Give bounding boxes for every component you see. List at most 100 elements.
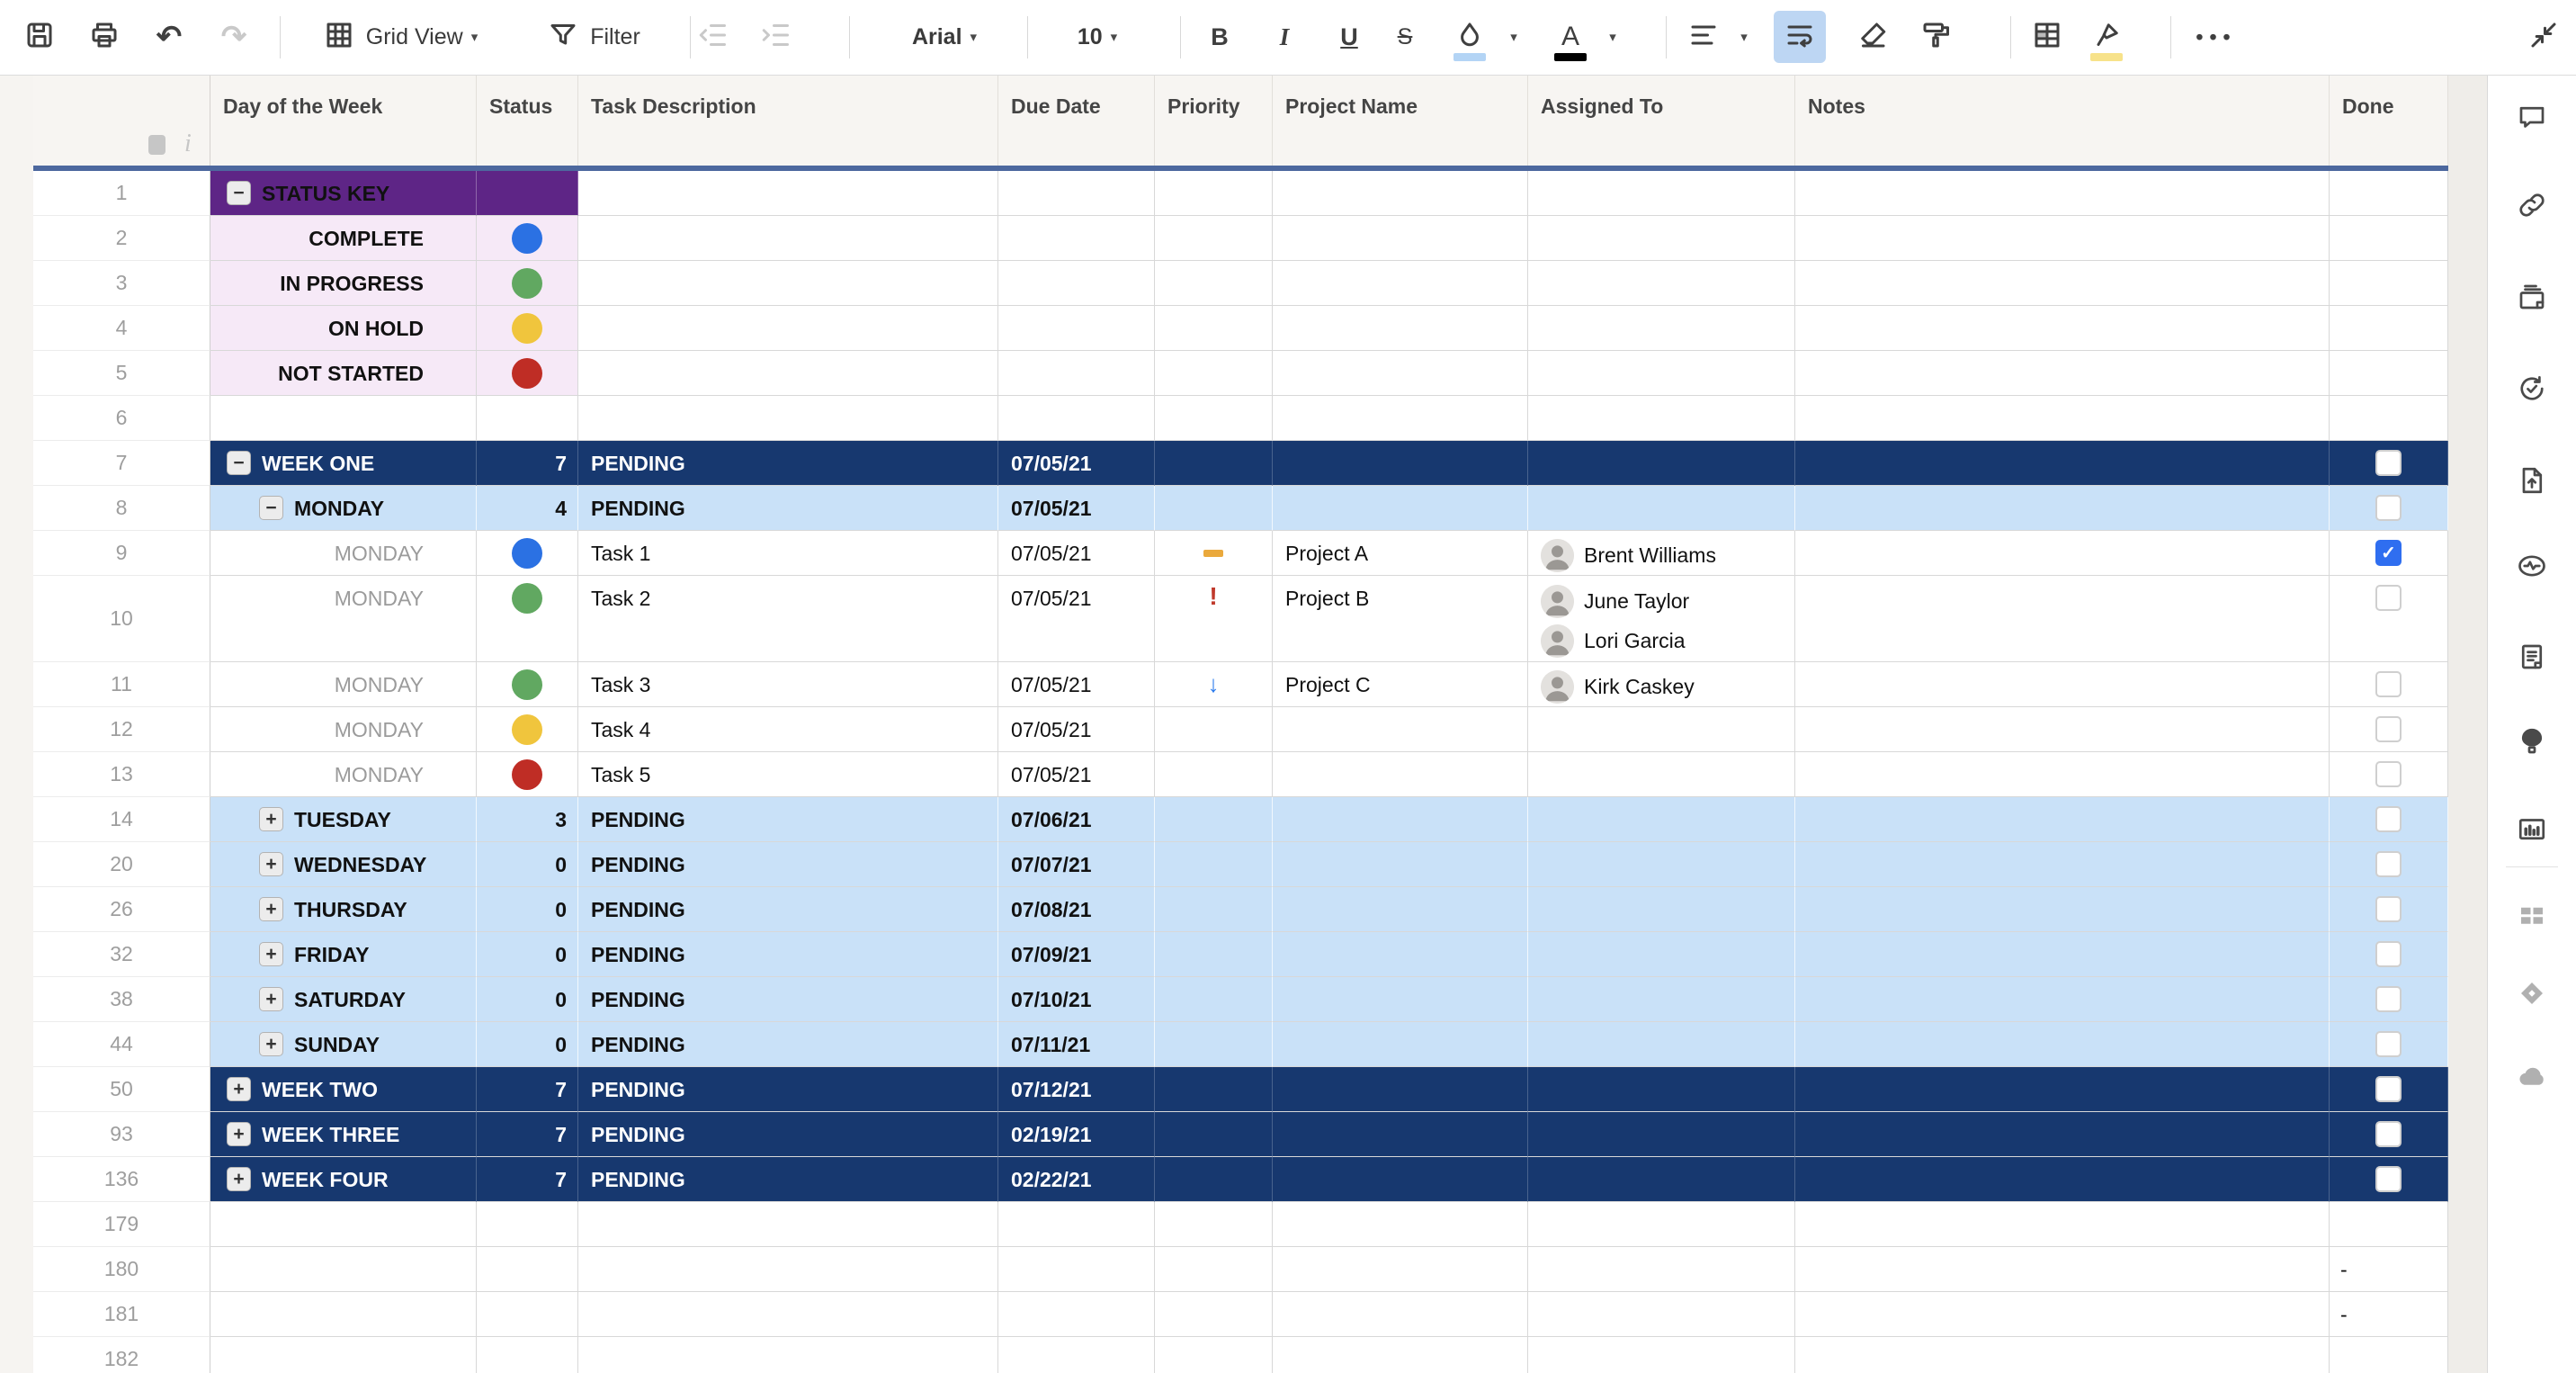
done-checkbox[interactable]: [2375, 761, 2402, 787]
cell-due[interactable]: [998, 1247, 1155, 1292]
cell-assigned[interactable]: [1528, 486, 1795, 531]
cell-project[interactable]: [1273, 1022, 1528, 1067]
cell-due[interactable]: 07/06/21: [998, 797, 1155, 842]
cell-task[interactable]: PENDING: [578, 441, 998, 486]
cell-due[interactable]: [998, 261, 1155, 306]
row-number[interactable]: 3: [33, 261, 210, 306]
font-size-select[interactable]: 10 ▾: [1048, 0, 1147, 74]
undo-button[interactable]: ↶: [144, 0, 194, 74]
cell-project[interactable]: [1273, 977, 1528, 1022]
done-checkbox[interactable]: [2375, 585, 2402, 611]
cell-status[interactable]: 7: [477, 1067, 578, 1112]
cell-task[interactable]: [578, 1337, 998, 1373]
cell-due[interactable]: [998, 171, 1155, 216]
cell-status[interactable]: [477, 662, 578, 707]
filter-button[interactable]: Filter: [526, 0, 661, 74]
column-header-due[interactable]: Due Date: [998, 75, 1155, 166]
collapse-row-button[interactable]: −: [227, 181, 251, 205]
cell-assigned[interactable]: [1528, 842, 1795, 887]
activity-log-icon[interactable]: [2512, 546, 2552, 586]
cell-project[interactable]: [1273, 441, 1528, 486]
cell-notes[interactable]: [1795, 261, 2330, 306]
cell-due[interactable]: [998, 351, 1155, 396]
cell-assigned[interactable]: [1528, 216, 1795, 261]
cell-done[interactable]: [2330, 1337, 2448, 1373]
cell-due[interactable]: 07/05/21: [998, 576, 1155, 662]
cell-priority[interactable]: [1155, 1112, 1273, 1157]
expand-row-button[interactable]: +: [259, 852, 283, 876]
done-checkbox[interactable]: [2375, 1121, 2402, 1147]
cell-done[interactable]: [2330, 752, 2448, 797]
cell-due[interactable]: [998, 396, 1155, 441]
cell-project[interactable]: Project C: [1273, 662, 1528, 707]
row-number[interactable]: 14: [33, 797, 210, 842]
cell-project[interactable]: [1273, 1067, 1528, 1112]
more-options-button[interactable]: •••: [2180, 0, 2252, 74]
bold-button[interactable]: B: [1194, 0, 1245, 74]
italic-button[interactable]: I: [1259, 0, 1310, 74]
cell-due[interactable]: 07/11/21: [998, 1022, 1155, 1067]
cell-day[interactable]: + WEEK THREE: [210, 1112, 477, 1157]
row-number[interactable]: 38: [33, 977, 210, 1022]
cell-task[interactable]: [578, 261, 998, 306]
cell-assigned[interactable]: [1528, 797, 1795, 842]
cell-status[interactable]: [477, 1292, 578, 1337]
expand-row-button[interactable]: +: [259, 987, 283, 1011]
cell-task[interactable]: PENDING: [578, 486, 998, 531]
cell-day[interactable]: + SATURDAY: [210, 977, 477, 1022]
cell-assigned[interactable]: June Taylor Lori Garcia: [1528, 576, 1795, 662]
cell-status[interactable]: [477, 351, 578, 396]
highlight-button[interactable]: [2081, 0, 2132, 74]
cell-notes[interactable]: [1795, 1112, 2330, 1157]
cell-project[interactable]: [1273, 486, 1528, 531]
cell-done[interactable]: -: [2330, 1292, 2448, 1337]
cell-notes[interactable]: [1795, 1157, 2330, 1202]
expand-row-button[interactable]: +: [227, 1122, 251, 1146]
cell-day[interactable]: + TUESDAY: [210, 797, 477, 842]
cell-status[interactable]: [477, 171, 578, 216]
cell-done[interactable]: [2330, 1067, 2448, 1112]
cell-status[interactable]: [477, 531, 578, 576]
cell-notes[interactable]: [1795, 1067, 2330, 1112]
cell-notes[interactable]: [1795, 1022, 2330, 1067]
cell-status[interactable]: [477, 1337, 578, 1373]
cell-done[interactable]: [2330, 977, 2448, 1022]
underline-button[interactable]: U: [1324, 0, 1374, 74]
cell-project[interactable]: [1273, 261, 1528, 306]
cell-assigned[interactable]: [1528, 261, 1795, 306]
cell-priority[interactable]: ↓: [1155, 662, 1273, 707]
cell-project[interactable]: [1273, 1112, 1528, 1157]
cell-priority[interactable]: [1155, 351, 1273, 396]
row-number[interactable]: 182: [33, 1337, 210, 1373]
cell-done[interactable]: [2330, 662, 2448, 707]
comments-icon[interactable]: [2512, 97, 2552, 137]
cell-project[interactable]: Project A: [1273, 531, 1528, 576]
cell-done[interactable]: [2330, 396, 2448, 441]
cell-day[interactable]: [210, 1337, 477, 1373]
cell-task[interactable]: [578, 351, 998, 396]
cell-status[interactable]: 0: [477, 977, 578, 1022]
cell-done[interactable]: [2330, 576, 2448, 662]
cell-task[interactable]: [578, 396, 998, 441]
cell-priority[interactable]: [1155, 216, 1273, 261]
done-checkbox[interactable]: [2375, 1031, 2402, 1057]
done-checkbox[interactable]: [2375, 716, 2402, 742]
row-number[interactable]: 9: [33, 531, 210, 576]
cell-notes[interactable]: [1795, 932, 2330, 977]
expand-row-button[interactable]: +: [259, 897, 283, 921]
row-number[interactable]: 7: [33, 441, 210, 486]
diamond-icon[interactable]: [2512, 974, 2552, 1013]
cell-project[interactable]: [1273, 1337, 1528, 1373]
cell-task[interactable]: PENDING: [578, 932, 998, 977]
cell-priority[interactable]: [1155, 932, 1273, 977]
cell-priority[interactable]: [1155, 486, 1273, 531]
column-header-done[interactable]: Done: [2330, 75, 2448, 166]
expand-row-button[interactable]: +: [227, 1077, 251, 1101]
cell-priority[interactable]: [1155, 752, 1273, 797]
cell-assigned[interactable]: Kirk Caskey: [1528, 662, 1795, 707]
cell-priority[interactable]: [1155, 1292, 1273, 1337]
cell-notes[interactable]: [1795, 531, 2330, 576]
column-header-status[interactable]: Status: [477, 75, 578, 166]
cell-due[interactable]: [998, 216, 1155, 261]
cell-notes[interactable]: [1795, 351, 2330, 396]
